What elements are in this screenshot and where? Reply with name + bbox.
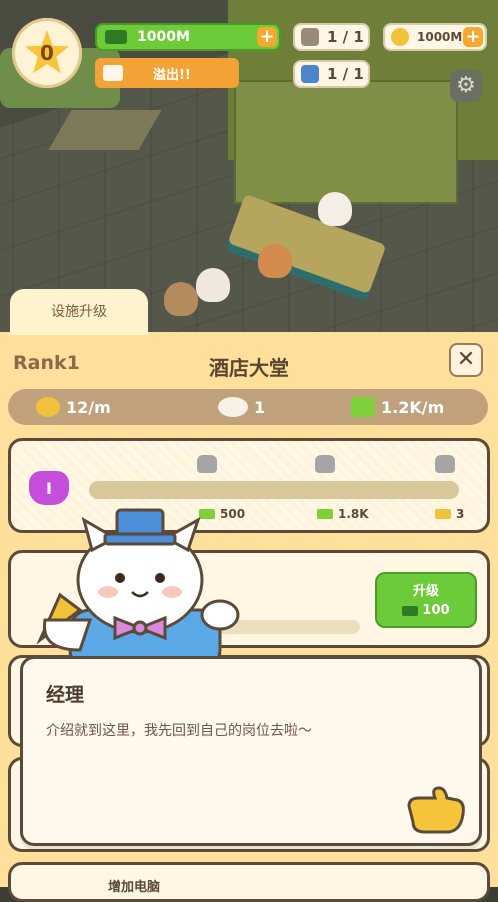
receptionist-cat[interactable] [318,192,352,226]
panel-title: 酒店大堂 [209,356,289,380]
potion-count: 1 / 1 [327,65,364,83]
cats-value: 1 [254,397,266,417]
time-rate-value: 12/m [66,397,111,417]
gear-icon: ⚙ [456,73,476,98]
pointing-hand-icon[interactable] [405,784,467,836]
stat-time-rate: 12/m [36,397,111,417]
level-progress-bar [89,481,459,499]
upgrade-label: 升级 [412,584,439,599]
stat-income-rate: 1.2K/m [351,397,444,417]
manager-cat-mascot [36,508,240,670]
guest-cat-orange[interactable] [258,244,292,278]
hammer-count: 1 / 1 [327,28,364,46]
close-icon: ✕ [456,347,476,372]
guest-cat-brown[interactable] [164,282,198,316]
overflow-label: 溢出!! [153,67,191,83]
stat-cats: 1 [218,397,265,417]
overflow-button[interactable]: 溢出!! [95,58,239,88]
potion-counter[interactable]: 1 / 1 [293,60,370,88]
milestone-icon [197,455,217,473]
dialog-text: 介绍就到这里，我先回到自己的岗位去啦～ [46,723,312,739]
peek-item-title: 增加电脑 [108,880,161,895]
cash-icon [402,605,419,616]
clock-icon [36,397,60,417]
tab-facility-upgrade[interactable]: 设施升级 [10,289,148,335]
add-fish-button[interactable]: + [463,27,483,47]
income-rate-value: 1.2K/m [381,397,445,417]
cat-icon [218,397,248,417]
reward-2-value: 1.8K [338,507,369,521]
settings-button[interactable]: ⚙ [450,70,482,102]
hammer-icon [301,28,319,46]
facility-level: I [46,479,52,498]
player-level: 0 [40,41,54,65]
star-icon: 0 [24,30,70,74]
trend-icon [103,65,123,81]
upgrade-button[interactable]: 升级 100 [375,572,477,628]
reward-2: 1.8K [317,507,369,521]
potion-icon [301,65,319,83]
milestone-icon [435,455,455,473]
upgrade-cost-value: 100 [422,603,450,618]
fish-icon [391,28,409,46]
reward-3-value: 3 [456,507,465,521]
fish-icon [435,509,451,519]
milestone-icon [315,455,335,473]
fish-amount: 1000M [417,30,463,44]
dialog-speaker: 经理 [46,684,85,706]
add-money-button[interactable]: + [257,27,277,47]
fish-counter[interactable]: 1000M + [383,23,487,51]
close-button[interactable]: ✕ [449,343,483,377]
cash-icon [105,30,127,44]
hammer-counter[interactable]: 1 / 1 [293,23,370,51]
guest-cat-white[interactable] [196,268,230,302]
reward-3: 3 [435,507,464,521]
player-level-badge[interactable]: 0 [12,18,82,88]
cash-icon [351,397,375,417]
upgrade-cost: 100 [377,603,475,618]
money-counter[interactable]: 1000M + [95,23,281,51]
money-amount: 1000M [137,29,190,45]
upgrade-item-card [8,862,490,902]
cash-icon [317,509,333,519]
stats-bar: 12/m 1 1.2K/m [8,389,488,425]
lobby-wall-block [234,80,458,204]
